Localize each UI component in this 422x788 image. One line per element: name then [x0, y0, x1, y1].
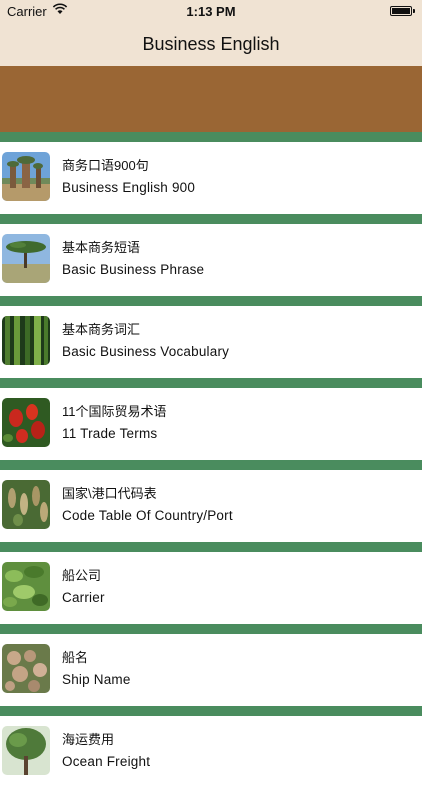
item-title-chinese: 11个国际贸易术语: [62, 404, 167, 419]
navigation-bar: Business English: [0, 22, 422, 66]
list-item-code-table-country-port[interactable]: 国家\港口代码表 Code Table Of Country/Port: [0, 470, 422, 542]
leaves-photo-icon: [2, 562, 50, 611]
battery-icon: [390, 6, 415, 16]
list-item-11-trade-terms[interactable]: 11个国际贸易术语 11 Trade Terms: [0, 388, 422, 460]
item-title-english: Code Table Of Country/Port: [62, 508, 233, 523]
row-separator: [0, 460, 422, 470]
row-separator: [0, 296, 422, 306]
row-separator: [0, 378, 422, 388]
item-title-chinese: 船名: [62, 650, 89, 665]
red-fruit-photo-icon: [2, 398, 50, 447]
row-separator: [0, 542, 422, 552]
item-title-english: Business English 900: [62, 180, 196, 195]
item-title-english: Basic Business Vocabulary: [62, 344, 230, 359]
list-item-business-english-900[interactable]: 商务口语900句 Business English 900: [0, 142, 422, 214]
banner-area: [0, 66, 422, 132]
clock: 1:13 PM: [186, 4, 236, 19]
item-title-english: Carrier: [62, 590, 105, 605]
page-title: Business English: [142, 33, 280, 54]
list-item-basic-business-phrase[interactable]: 基本商务短语 Basic Business Phrase: [0, 224, 422, 296]
row-separator: [0, 706, 422, 716]
item-title-chinese: 基本商务短语: [62, 240, 141, 255]
row-separator: [0, 624, 422, 634]
list-item-carrier[interactable]: 船公司 Carrier: [0, 552, 422, 624]
item-title-english: Basic Business Phrase: [62, 262, 205, 277]
topic-list: 商务口语900句 Business English 900 基本商务短语 Bas…: [0, 132, 422, 788]
item-title-chinese: 国家\港口代码表: [62, 486, 157, 501]
list-item-ship-name[interactable]: 船名 Ship Name: [0, 634, 422, 706]
item-title-chinese: 基本商务词汇: [62, 322, 141, 337]
bamboo-photo-icon: [2, 316, 50, 365]
tree-photo-icon: [2, 726, 50, 775]
row-separator: [0, 214, 422, 224]
row-separator: [0, 132, 422, 142]
item-title-english: 11 Trade Terms: [62, 426, 158, 441]
acacia-tree-photo-icon: [2, 234, 50, 283]
baobab-photo-icon: [2, 152, 50, 201]
item-title-english: Ship Name: [62, 672, 131, 687]
status-bar: Carrier 1:13 PM: [0, 0, 422, 22]
nuts-photo-icon: [2, 644, 50, 693]
list-item-basic-business-vocabulary[interactable]: 基本商务词汇 Basic Business Vocabulary: [0, 306, 422, 378]
item-title-chinese: 商务口语900句: [62, 158, 149, 173]
item-title-chinese: 海运费用: [62, 732, 115, 747]
list-item-ocean-freight[interactable]: 海运费用 Ocean Freight: [0, 716, 422, 788]
item-title-chinese: 船公司: [62, 568, 102, 583]
item-title-english: Ocean Freight: [62, 754, 151, 769]
hanging-fruit-photo-icon: [2, 480, 50, 529]
